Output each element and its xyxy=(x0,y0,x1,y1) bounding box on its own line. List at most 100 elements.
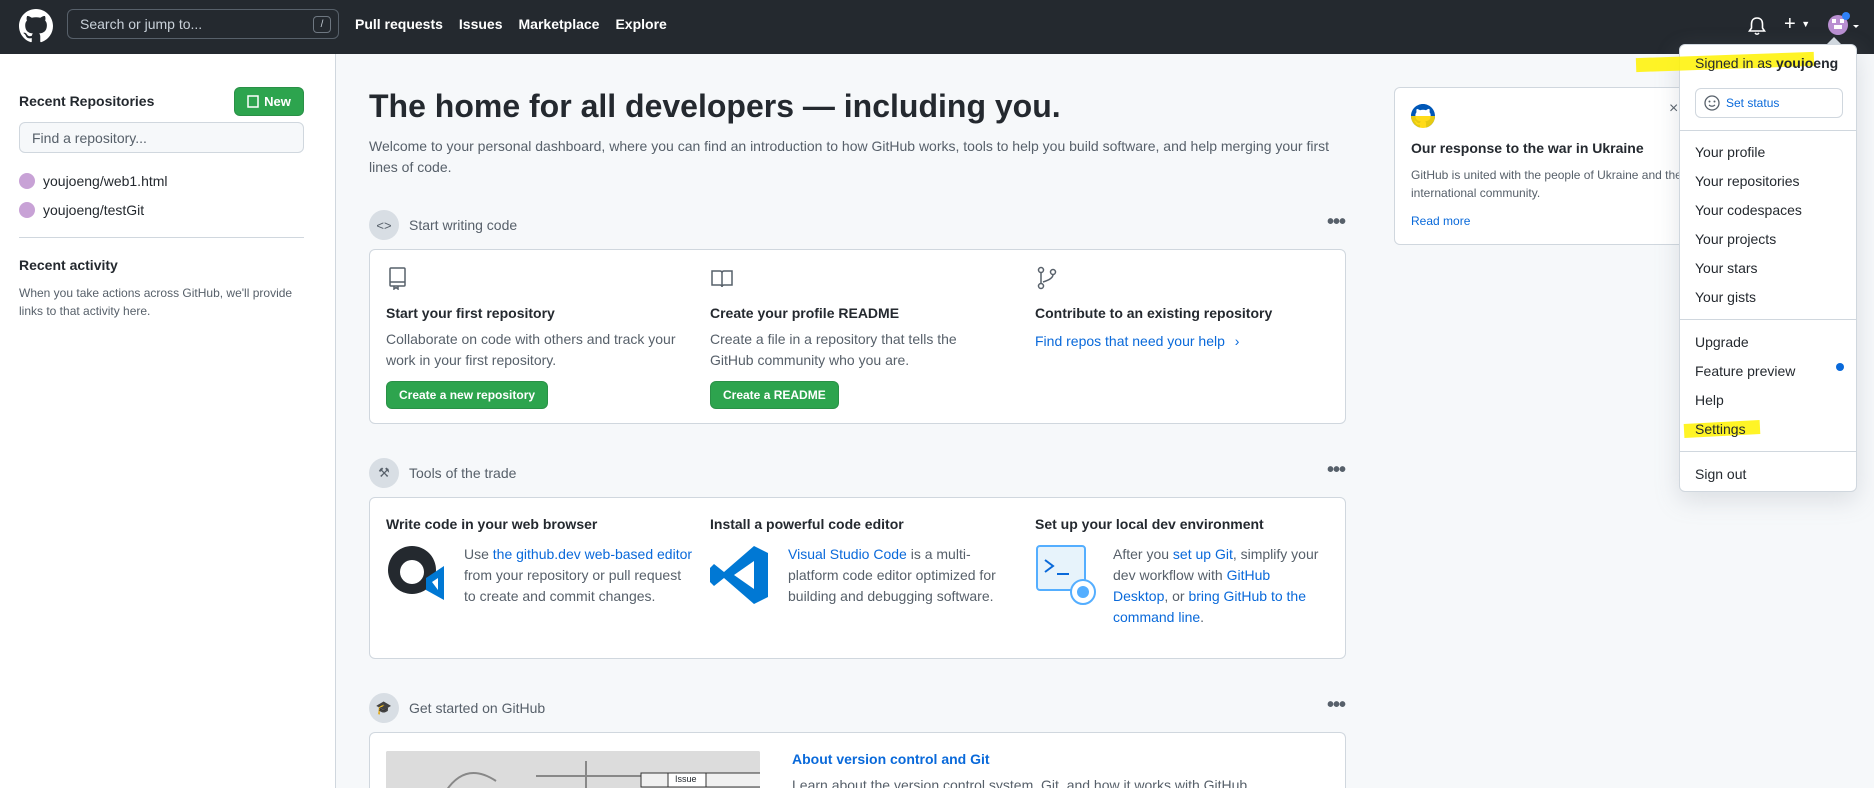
menu-sign-out[interactable]: Sign out xyxy=(1695,466,1746,482)
menu-your-repositories[interactable]: Your repositories xyxy=(1695,173,1800,189)
start-writing-code-card: Start your first repository Collaborate … xyxy=(369,249,1346,424)
tools-icon: ⚒ xyxy=(369,458,399,488)
column-text: Visual Studio Code is a multi-platform c… xyxy=(788,544,1020,607)
text-part: After you xyxy=(1113,546,1173,562)
search-input[interactable]: Search or jump to... / xyxy=(67,9,339,39)
thumbnail-issue-label: Issue xyxy=(675,774,697,784)
recent-activity-title: Recent activity xyxy=(19,257,118,273)
code-editor-column: Install a powerful code editor Visual St… xyxy=(710,516,1020,604)
first-repo-column: Start your first repository Collaborate … xyxy=(386,266,686,409)
get-started-card: Issue About version control and Git Lear… xyxy=(369,732,1346,788)
signed-in-prefix: Signed in as xyxy=(1695,55,1776,71)
menu-your-gists[interactable]: Your gists xyxy=(1695,289,1756,305)
repo-name: youjoeng/testGit xyxy=(43,202,145,218)
tools-card: Write code in your web browser Use the g… xyxy=(369,497,1346,659)
user-dropdown-menu: Signed in as youjoeng Set status Your pr… xyxy=(1635,37,1857,492)
repo-name: youjoeng/web1.html xyxy=(43,173,168,189)
text-part: from your repository or pull request to … xyxy=(464,567,682,604)
kebab-menu-icon[interactable]: ••• xyxy=(1327,694,1346,717)
nav-marketplace[interactable]: Marketplace xyxy=(519,16,600,32)
menu-divider xyxy=(1680,451,1856,452)
search-placeholder: Search or jump to... xyxy=(80,16,203,32)
article-block: About version control and Git Learn abou… xyxy=(792,751,1251,788)
section-title: Tools of the trade xyxy=(409,465,517,481)
repo-link-testgit[interactable]: youjoeng/testGit xyxy=(19,202,144,218)
find-repos-link[interactable]: Find repos that need your help xyxy=(1035,333,1225,349)
github-logo-icon[interactable] xyxy=(19,9,53,43)
version-control-article-link[interactable]: About version control and Git xyxy=(792,751,990,767)
article-thumbnail[interactable]: Issue xyxy=(386,751,760,788)
kebab-menu-icon[interactable]: ••• xyxy=(1327,459,1346,482)
ukraine-text: GitHub is united with the people of Ukra… xyxy=(1411,168,1682,200)
section-title: Start writing code xyxy=(409,217,518,233)
text-part: Use xyxy=(464,546,493,562)
column-text: Use the github.dev web-based editor from… xyxy=(464,544,696,607)
read-more-link[interactable]: Read more xyxy=(1411,214,1470,228)
create-new-repository-button[interactable]: Create a new repository xyxy=(386,381,549,409)
header-nav: Pull requests Issues Marketplace Explore xyxy=(355,16,683,32)
notification-bell-icon[interactable] xyxy=(1744,15,1770,37)
find-repository-input[interactable]: Find a repository... xyxy=(19,122,304,153)
menu-upgrade[interactable]: Upgrade xyxy=(1695,334,1749,350)
column-text: After you set up Git, simplify your dev … xyxy=(1113,544,1328,628)
section-start-writing-code-header: <> Start writing code xyxy=(369,210,517,240)
status-dot-icon xyxy=(1842,12,1850,20)
column-text: Collaborate on code with others and trac… xyxy=(386,331,676,368)
menu-divider xyxy=(1680,130,1856,131)
recent-activity-text: When you take actions across GitHub, we'… xyxy=(19,286,293,318)
set-status-button[interactable]: Set status xyxy=(1695,88,1843,118)
profile-readme-column: Create your profile README Create a file… xyxy=(710,266,1010,409)
terminal-desktop-icon xyxy=(1036,545,1096,605)
top-header: Search or jump to... / Pull requests Iss… xyxy=(0,0,1874,54)
menu-feature-preview[interactable]: Feature preview xyxy=(1695,363,1795,379)
repo-icon xyxy=(389,267,406,291)
visual-studio-code-link[interactable]: Visual Studio Code xyxy=(788,546,907,562)
menu-help[interactable]: Help xyxy=(1695,392,1724,408)
create-new-dropdown[interactable]: + ▼ xyxy=(1784,13,1824,37)
version-control-illustration xyxy=(386,751,760,788)
set-up-git-link[interactable]: set up Git xyxy=(1173,546,1233,562)
column-title: Set up your local dev environment xyxy=(1035,516,1264,532)
menu-your-projects[interactable]: Your projects xyxy=(1695,231,1776,247)
signed-in-as: Signed in as youjoeng xyxy=(1695,55,1838,71)
text-part: . xyxy=(1200,609,1205,625)
menu-your-stars[interactable]: Your stars xyxy=(1695,260,1758,276)
github-ukraine-icon xyxy=(1411,104,1435,128)
column-title: Install a powerful code editor xyxy=(710,516,904,532)
plus-icon: + xyxy=(1784,13,1796,35)
kebab-menu-icon[interactable]: ••• xyxy=(1327,211,1346,234)
section-title: Get started on GitHub xyxy=(409,700,546,716)
nav-pull-requests[interactable]: Pull requests xyxy=(355,16,443,32)
section-get-started-header: 🎓 Get started on GitHub xyxy=(369,693,545,723)
repo-link-web1[interactable]: youjoeng/web1.html xyxy=(19,173,168,189)
contribute-column: Contribute to an existing repository Fin… xyxy=(1035,266,1335,349)
page-title: The home for all developers — including … xyxy=(369,88,1061,124)
github-dev-editor-link[interactable]: the github.dev web-based editor xyxy=(493,546,692,562)
menu-your-profile[interactable]: Your profile xyxy=(1695,144,1765,160)
recent-repositories-title: Recent Repositories xyxy=(19,93,155,109)
repo-icon xyxy=(247,95,259,108)
book-icon xyxy=(711,270,733,288)
column-title: Write code in your web browser xyxy=(386,516,598,532)
column-text: Create a file in a repository that tells… xyxy=(710,331,957,368)
section-tools-header: ⚒ Tools of the trade xyxy=(369,458,516,488)
nav-explore[interactable]: Explore xyxy=(615,16,666,32)
git-branch-icon xyxy=(1037,266,1057,290)
menu-settings[interactable]: Settings xyxy=(1695,421,1746,437)
new-repository-button[interactable]: New xyxy=(234,87,304,116)
ukraine-title: Our response to the war in Ukraine xyxy=(1411,140,1644,156)
new-feature-dot-icon xyxy=(1836,363,1844,371)
repo-owner-avatar xyxy=(19,202,35,218)
mortar-board-icon: 🎓 xyxy=(369,693,399,723)
repo-owner-avatar xyxy=(19,173,35,189)
menu-divider xyxy=(1680,319,1856,320)
search-shortcut-key: / xyxy=(313,16,331,33)
dev-environment-column: Set up your local dev environment After … xyxy=(1035,516,1345,625)
nav-issues[interactable]: Issues xyxy=(459,16,503,32)
github-dev-icon xyxy=(388,546,444,600)
left-sidebar: Recent Repositories New Find a repositor… xyxy=(0,54,336,788)
create-readme-button[interactable]: Create a README xyxy=(710,381,839,409)
menu-your-codespaces[interactable]: Your codespaces xyxy=(1695,202,1802,218)
close-icon[interactable]: × xyxy=(1669,100,1678,118)
smiley-icon xyxy=(1704,95,1720,111)
